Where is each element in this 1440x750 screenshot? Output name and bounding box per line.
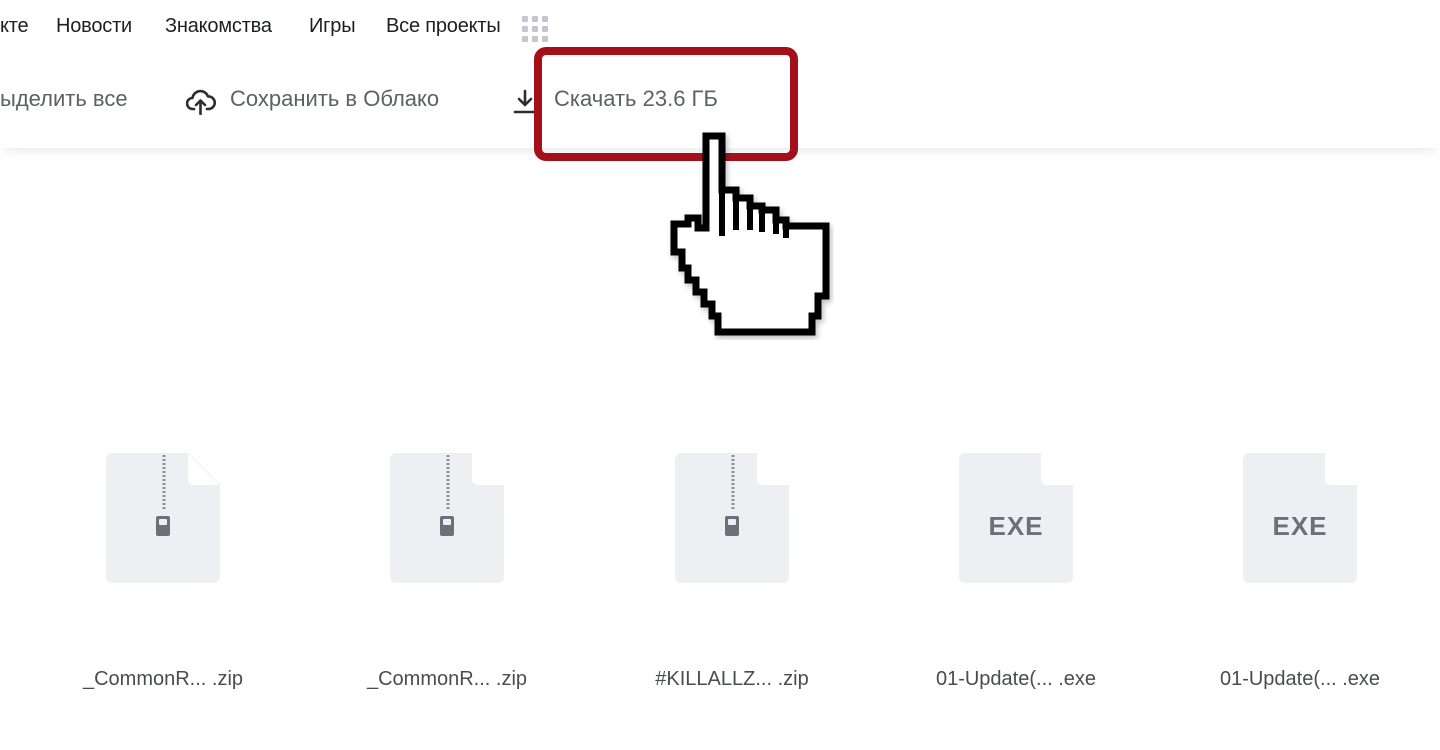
hand-pointer-icon	[670, 132, 830, 336]
cloud-upload-icon	[186, 89, 216, 115]
save-to-cloud-button[interactable]: Сохранить в Облако	[230, 86, 439, 112]
file-name[interactable]: 01-Update(... .exe	[1170, 668, 1430, 691]
exe-file-icon[interactable]: EXE	[959, 453, 1073, 583]
zip-file-icon[interactable]	[106, 453, 220, 583]
grid-icon[interactable]	[522, 16, 548, 42]
nav-item-dating[interactable]: Знакомства	[165, 15, 272, 38]
file-name[interactable]: 01-Update(... .exe	[886, 668, 1146, 691]
file-type-badge: EXE	[988, 511, 1044, 541]
file-type-badge: EXE	[1272, 511, 1328, 541]
nav-item-vk[interactable]: кте	[0, 15, 29, 38]
file-name[interactable]: _CommonR... .zip	[317, 668, 577, 691]
file-name[interactable]: #KILLALLZ... .zip	[602, 668, 862, 691]
exe-file-icon[interactable]: EXE	[1243, 453, 1357, 583]
zip-file-icon[interactable]	[675, 453, 789, 583]
select-all-button[interactable]: ыделить все	[0, 86, 128, 112]
file-name[interactable]: _CommonR... .zip	[33, 668, 293, 691]
nav-item-games[interactable]: Игры	[309, 15, 356, 38]
nav-item-news[interactable]: Новости	[56, 15, 132, 38]
nav-item-all-projects[interactable]: Все проекты	[386, 15, 501, 38]
zip-file-icon[interactable]	[390, 453, 504, 583]
